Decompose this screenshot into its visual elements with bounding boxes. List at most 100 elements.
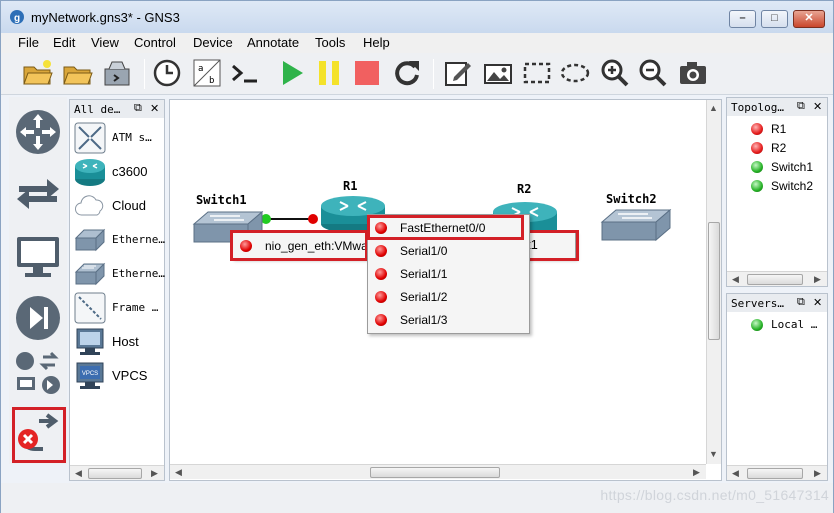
add-note-icon[interactable] <box>442 57 474 89</box>
scroll-right-icon[interactable]: ▶ <box>811 273 824 286</box>
scroll-thumb[interactable] <box>708 222 720 340</box>
close-icon[interactable]: ✕ <box>813 100 822 113</box>
open-folder-icon[interactable] <box>61 57 93 89</box>
reload-icon[interactable] <box>391 57 423 89</box>
device-ethernet-hub[interactable]: Etherne… <box>72 224 165 256</box>
terminal-icon[interactable] <box>229 57 261 89</box>
draw-ellipse-icon[interactable] <box>559 57 591 89</box>
device-label: Host <box>112 334 139 349</box>
window-title: myNetwork.gns3* - GNS3 <box>31 10 180 25</box>
float-icon[interactable]: ⧉ <box>134 102 142 115</box>
scroll-thumb[interactable] <box>370 467 500 478</box>
scroll-right-icon[interactable]: ▶ <box>690 466 703 479</box>
cloud-icon <box>75 195 104 216</box>
browse-switches-icon[interactable] <box>13 169 63 219</box>
scroll-thumb[interactable] <box>747 274 803 285</box>
float-icon[interactable]: ⧉ <box>797 296 805 309</box>
device-ethernet-switch[interactable]: Etherne… <box>72 258 165 290</box>
status-running-icon <box>751 180 763 192</box>
device-c3600[interactable]: c3600 <box>72 156 164 188</box>
menu-item-serial1-3[interactable]: Serial1/3 <box>370 309 527 331</box>
menu-item-serial1-1[interactable]: Serial1/1 <box>370 263 527 285</box>
node-name: Switch2 <box>771 179 814 193</box>
topology-canvas[interactable]: Switch1 R1 R2 Switch2 nio_gen_eth:VMwa t… <box>169 99 722 481</box>
close-button[interactable]: ✕ <box>793 10 825 28</box>
scroll-thumb[interactable] <box>747 468 803 479</box>
servers-summary-panel: Servers… ⧉ ✕ Local … ◀ ▶ <box>726 293 828 481</box>
scroll-up-icon[interactable]: ▲ <box>707 102 720 115</box>
add-link-icon[interactable] <box>13 409 63 459</box>
ethernet-switch-icon <box>74 262 106 286</box>
scroll-right-icon[interactable]: ▶ <box>811 467 824 480</box>
gns3-app-icon: g <box>10 10 24 24</box>
scroll-right-icon[interactable]: ▶ <box>148 467 161 480</box>
zoom-out-icon[interactable] <box>637 57 669 89</box>
scroll-left-icon[interactable]: ◀ <box>172 466 185 479</box>
servers-horizontal-scrollbar[interactable]: ◀ ▶ <box>727 465 827 480</box>
scroll-down-icon[interactable]: ▼ <box>707 448 720 461</box>
minimize-button[interactable]: – <box>729 10 756 28</box>
device-atm-switch[interactable]: ATM s… <box>72 122 164 154</box>
menu-device[interactable]: Device <box>193 35 233 50</box>
watermark-text: https://blog.csdn.net/m0_51647314 <box>600 487 829 503</box>
toolbar-separator <box>144 59 145 89</box>
menu-tools[interactable]: Tools <box>315 35 345 50</box>
scroll-left-icon[interactable]: ◀ <box>729 273 742 286</box>
menu-help[interactable]: Help <box>363 35 390 50</box>
scroll-left-icon[interactable]: ◀ <box>72 467 85 480</box>
ethernet-hub-icon <box>74 228 106 252</box>
scroll-left-icon[interactable]: ◀ <box>729 467 742 480</box>
menu-annotate[interactable]: Annotate <box>247 35 299 50</box>
open-project-icon[interactable] <box>21 57 53 89</box>
device-label: c3600 <box>112 164 148 179</box>
menu-bar: File Edit View Control Device Annotate T… <box>1 33 833 53</box>
snapshot-icon[interactable] <box>101 57 133 89</box>
screenshot-icon[interactable] <box>677 57 709 89</box>
menu-item-serial1-2[interactable]: Serial1/2 <box>370 286 527 308</box>
menu-control[interactable]: Control <box>134 35 176 50</box>
close-icon[interactable]: ✕ <box>813 296 822 309</box>
svg-text:a: a <box>198 64 203 74</box>
canvas-vertical-scrollbar[interactable]: ▲ ▼ <box>706 100 721 464</box>
canvas-horizontal-scrollbar[interactable]: ◀ ▶ <box>170 464 706 479</box>
insert-image-icon[interactable] <box>482 57 514 89</box>
stop-icon[interactable] <box>351 57 383 89</box>
topology-horizontal-scrollbar[interactable]: ◀ ▶ <box>727 271 827 286</box>
svg-text:VPCS: VPCS <box>82 371 98 377</box>
switch2-node[interactable] <box>600 208 672 242</box>
device-label: Etherne… <box>112 233 165 246</box>
menu-item-label: Serial1/3 <box>400 313 448 327</box>
start-icon[interactable] <box>275 57 307 89</box>
menu-item-serial1-0[interactable]: Serial1/0 <box>370 240 527 262</box>
browse-end-devices-icon[interactable] <box>13 231 63 281</box>
pause-icon[interactable] <box>313 57 345 89</box>
menu-item-label: Serial1/2 <box>400 290 448 304</box>
scroll-thumb[interactable] <box>88 468 142 479</box>
fastethernet-highlight <box>367 215 524 240</box>
device-cloud[interactable]: Cloud <box>72 190 164 222</box>
device-label: ATM s… <box>112 131 152 144</box>
port-status-icon <box>375 245 387 257</box>
menu-edit[interactable]: Edit <box>53 35 75 50</box>
devices-horizontal-scrollbar[interactable]: ◀ ▶ <box>70 465 164 480</box>
menu-view[interactable]: View <box>91 35 119 50</box>
close-icon[interactable]: ✕ <box>150 102 159 115</box>
port-status-icon <box>375 268 387 280</box>
browse-all-devices-icon[interactable] <box>13 349 63 399</box>
menu-file[interactable]: File <box>18 35 39 50</box>
zoom-in-icon[interactable] <box>599 57 631 89</box>
device-frame-relay[interactable]: Frame … <box>72 292 164 324</box>
browse-routers-icon[interactable] <box>13 107 63 157</box>
minimize-icon: – <box>739 12 746 24</box>
timer-icon[interactable] <box>151 57 183 89</box>
console-all-icon[interactable]: ab <box>191 57 223 89</box>
maximize-button[interactable]: □ <box>761 10 788 28</box>
draw-rectangle-icon[interactable] <box>521 57 553 89</box>
float-icon[interactable]: ⧉ <box>797 100 805 113</box>
browse-security-devices-icon[interactable] <box>13 293 63 343</box>
devices-panel-title: All de… ⧉ ✕ <box>70 100 164 118</box>
server-name: Local … <box>771 318 818 331</box>
svg-text:b: b <box>209 76 214 86</box>
device-vpcs[interactable]: VPCS VPCS <box>72 360 164 392</box>
device-host[interactable]: Host <box>72 326 164 358</box>
